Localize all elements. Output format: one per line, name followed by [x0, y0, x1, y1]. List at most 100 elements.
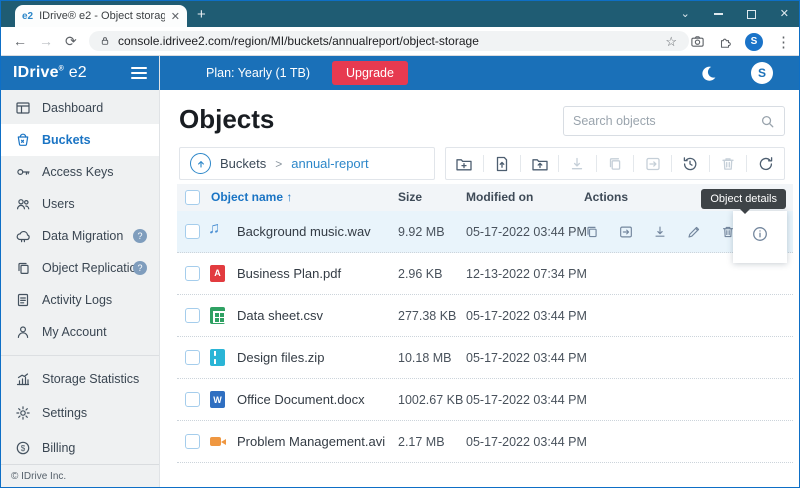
browser-window: e2 IDrive® e2 - Object storage ✕ + ⌄ ✕ ←… — [0, 0, 800, 488]
address-bar[interactable]: console.idrivee2.com/region/MI/buckets/a… — [89, 31, 689, 51]
upload-file-icon[interactable] — [484, 155, 521, 173]
bucket-icon — [15, 132, 31, 148]
create-folder-icon[interactable] — [446, 155, 483, 173]
sidebar-item-storage-statistics[interactable]: Storage Statistics — [1, 362, 159, 395]
sidebar-item-data-migration[interactable]: Data Migration? — [1, 220, 159, 252]
window-minimize-button[interactable] — [714, 13, 723, 15]
column-header-modified[interactable]: Modified on — [466, 190, 533, 204]
search-input[interactable] — [573, 114, 752, 128]
table-row[interactable]: Data sheet.csv 277.38 KB 05-17-2022 03:4… — [177, 295, 793, 337]
sidebar-item-access-keys[interactable]: Access Keys — [1, 156, 159, 188]
help-badge-icon[interactable]: ? — [133, 261, 147, 275]
row-checkbox[interactable] — [185, 434, 200, 449]
lock-icon — [99, 35, 111, 47]
download-icon — [559, 155, 596, 173]
table-row[interactable]: Problem Management.avi 2.17 MB 05-17-202… — [177, 421, 793, 463]
gear-icon — [15, 405, 31, 421]
sidebar-item-settings[interactable]: Settings — [1, 395, 159, 430]
objects-table: Object name ↑ Size Modified on Actions B… — [177, 184, 793, 463]
bookmark-star-icon[interactable]: ☆ — [665, 34, 677, 50]
sidebar-item-object-replication[interactable]: Object Replication? — [1, 252, 159, 284]
column-header-name[interactable]: Object name ↑ — [211, 190, 292, 204]
object-details-icon[interactable] — [751, 225, 769, 243]
main-panel: Plan: Yearly (1 TB) Upgrade S Objects Bu… — [160, 56, 799, 487]
sidebar-item-activity-logs[interactable]: Activity Logs — [1, 284, 159, 316]
help-badge-icon[interactable]: ? — [133, 229, 147, 243]
dashboard-icon — [15, 100, 31, 116]
file-type-icon — [210, 433, 225, 450]
sidebar-header: IDrive® e2 — [1, 56, 159, 90]
sidebar-footer: © IDrive Inc. — [1, 464, 159, 487]
sidebar-item-buckets[interactable]: Buckets — [1, 124, 159, 156]
hamburger-menu-icon[interactable] — [131, 67, 147, 79]
download-object-icon[interactable] — [652, 224, 668, 240]
rename-object-icon[interactable] — [686, 224, 702, 240]
row-checkbox[interactable] — [185, 308, 200, 323]
window-close-button[interactable]: ✕ — [780, 9, 789, 20]
sidebar: IDrive® e2 Dashboard Buckets Access Keys… — [1, 56, 160, 487]
dark-mode-moon-icon[interactable] — [700, 65, 717, 82]
object-details-tooltip: Object details — [701, 189, 786, 209]
file-type-icon — [210, 265, 225, 282]
search-icon[interactable] — [760, 114, 775, 129]
window-maximize-button[interactable] — [747, 10, 756, 19]
sidebar-item-dashboard[interactable]: Dashboard — [1, 92, 159, 124]
column-header-size[interactable]: Size — [398, 190, 422, 204]
table-row[interactable]: Background music.wav 9.92 MB 05-17-2022 … — [177, 211, 793, 253]
page-title: Objects — [179, 104, 274, 135]
move-object-icon[interactable] — [618, 224, 634, 240]
object-table-body: Background music.wav 9.92 MB 05-17-2022 … — [177, 211, 793, 463]
upgrade-button[interactable]: Upgrade — [332, 61, 408, 85]
replication-icon — [15, 260, 31, 276]
table-row[interactable]: Office Document.docx 1002.67 KB 05-17-20… — [177, 379, 793, 421]
copy-object-icon[interactable] — [584, 224, 600, 240]
object-size: 277.38 KB — [398, 309, 456, 323]
browser-tab[interactable]: e2 IDrive® e2 - Object storage ✕ — [15, 5, 187, 27]
reload-button[interactable]: ⟳ — [65, 32, 77, 50]
idrive-e2-logo: IDrive® e2 — [13, 64, 131, 82]
tab-title: IDrive® e2 - Object storage — [39, 10, 165, 22]
extensions-puzzle-icon[interactable] — [718, 35, 732, 49]
account-avatar[interactable]: S — [751, 62, 773, 84]
row-checkbox[interactable] — [185, 350, 200, 365]
account-icon — [15, 324, 31, 340]
object-details-hover-panel — [733, 211, 787, 263]
sidebar-item-billing[interactable]: Billing — [1, 430, 159, 465]
row-checkbox[interactable] — [185, 266, 200, 281]
breadcrumb-buckets-link[interactable]: Buckets — [220, 156, 266, 171]
table-row[interactable]: Business Plan.pdf 2.96 KB 12-13-2022 07:… — [177, 253, 793, 295]
browser-profile-avatar[interactable]: S — [745, 33, 763, 51]
row-checkbox[interactable] — [185, 224, 200, 239]
column-header-actions: Actions — [584, 190, 628, 204]
restore-history-icon[interactable] — [672, 155, 709, 173]
row-checkbox[interactable] — [185, 392, 200, 407]
tab-close-icon[interactable]: ✕ — [171, 10, 180, 23]
object-size: 10.18 MB — [398, 351, 452, 365]
sidebar-item-users[interactable]: Users — [1, 188, 159, 220]
forward-button[interactable]: → — [39, 32, 53, 50]
app-root: IDrive® e2 Dashboard Buckets Access Keys… — [1, 56, 799, 487]
breadcrumb: Buckets > annual-report — [179, 147, 435, 180]
navigate-up-button[interactable] — [190, 153, 211, 174]
back-button[interactable]: ← — [13, 32, 27, 50]
object-modified: 05-17-2022 03:44 PM — [466, 393, 587, 407]
object-size: 1002.67 KB — [398, 393, 463, 407]
statistics-icon — [15, 371, 31, 387]
camera-extension-icon[interactable] — [690, 34, 705, 49]
upload-folder-icon[interactable] — [521, 155, 558, 173]
table-row[interactable]: Design files.zip 10.18 MB 05-17-2022 03:… — [177, 337, 793, 379]
sidebar-item-my-account[interactable]: My Account — [1, 316, 159, 348]
object-modified: 05-17-2022 03:44 PM — [466, 309, 587, 323]
new-tab-button[interactable]: + — [197, 6, 206, 24]
tab-search-icon[interactable]: ⌄ — [681, 9, 690, 20]
breadcrumb-current-bucket[interactable]: annual-report — [291, 156, 368, 171]
logs-icon — [15, 292, 31, 308]
browser-menu-icon[interactable]: ⋮ — [776, 33, 791, 51]
object-name: Business Plan.pdf — [237, 266, 341, 281]
breadcrumb-separator: > — [275, 157, 282, 171]
object-name: Problem Management.avi — [237, 434, 385, 449]
app-topbar: Plan: Yearly (1 TB) Upgrade S — [160, 56, 799, 90]
refresh-icon[interactable] — [747, 155, 784, 173]
select-all-checkbox[interactable] — [185, 190, 200, 205]
object-modified: 05-17-2022 03:44 PM — [466, 435, 587, 449]
